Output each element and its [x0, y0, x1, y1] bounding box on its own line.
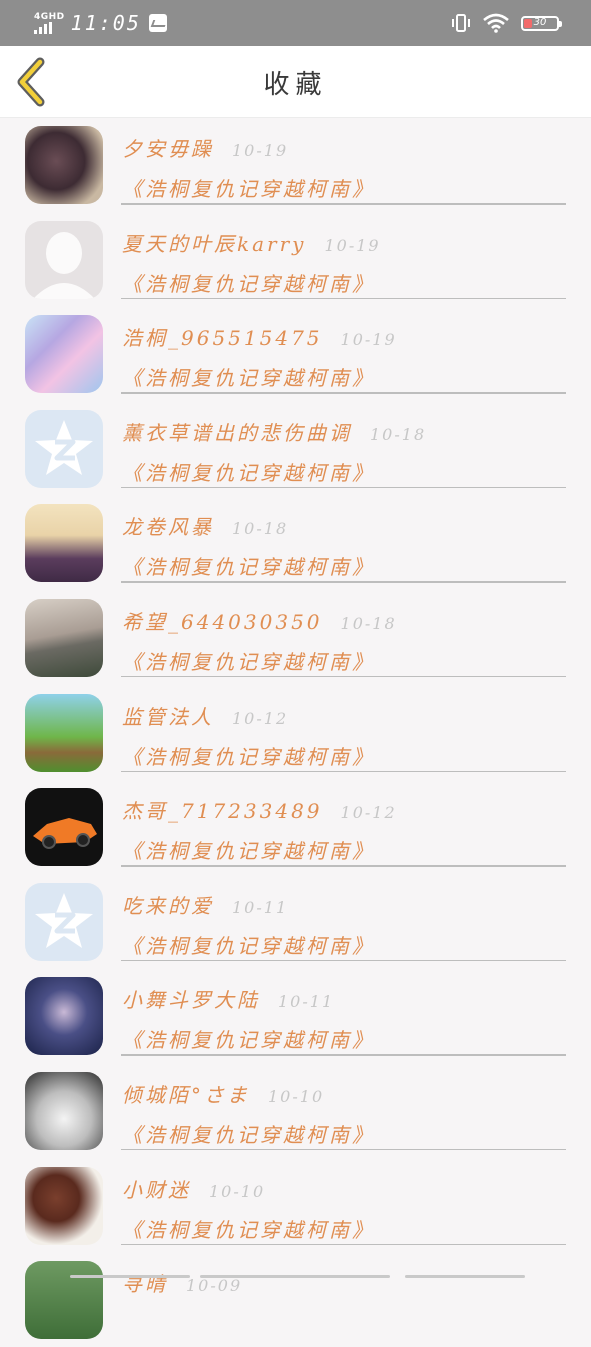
- list-item[interactable]: 小财迷 10-10 《浩桐复仇记穿越柯南》: [0, 1158, 591, 1253]
- list-item[interactable]: 夕安毋躁 10-19 《浩桐复仇记穿越柯南》: [0, 117, 591, 212]
- avatar[interactable]: [25, 1261, 103, 1340]
- list-item[interactable]: 吃来的爱 10-11 《浩桐复仇记穿越柯南》: [0, 874, 591, 969]
- list-item[interactable]: 寻晴 10-09: [0, 1252, 591, 1347]
- username[interactable]: 吃来的爱: [122, 890, 214, 919]
- username[interactable]: 薰衣草谱出的悲伤曲调: [122, 417, 352, 446]
- list-item[interactable]: 倾城陌°さま 10-10 《浩桐复仇记穿越柯南》: [0, 1063, 591, 1158]
- username[interactable]: 希望_644030350: [122, 606, 323, 635]
- divider: [121, 486, 566, 489]
- signal-bars: [34, 22, 52, 34]
- divider: [121, 770, 566, 773]
- list-item[interactable]: 龙卷风暴 10-18 《浩桐复仇记穿越柯南》: [0, 495, 591, 590]
- post-title[interactable]: 《浩桐复仇记穿越柯南》: [122, 1024, 375, 1053]
- avatar[interactable]: [25, 409, 103, 488]
- username[interactable]: 浩桐_965515475: [122, 322, 323, 351]
- username[interactable]: 监管法人: [122, 701, 214, 730]
- username[interactable]: 龙卷风暴: [122, 511, 214, 540]
- list-item[interactable]: 希望_644030350 10-18 《浩桐复仇记穿越柯南》: [0, 590, 591, 685]
- divider: [121, 203, 566, 205]
- list-item[interactable]: 监管法人 10-12 《浩桐复仇记穿越柯南》: [0, 685, 591, 780]
- star-icon: [35, 419, 93, 475]
- page-title: 收藏: [263, 70, 328, 100]
- list-item[interactable]: 杰哥_717233489 10-12 《浩桐复仇记穿越柯南》: [0, 779, 591, 874]
- post-title[interactable]: 《浩桐复仇记穿越柯南》: [122, 1119, 375, 1148]
- post-title[interactable]: 《浩桐复仇记穿越柯南》: [122, 268, 375, 297]
- date: 10-11: [232, 897, 289, 917]
- signal-icon: 4GHD: [34, 12, 65, 34]
- divider: [121, 392, 566, 394]
- avatar[interactable]: [25, 598, 103, 677]
- avatar[interactable]: [25, 315, 103, 394]
- message-icon: [148, 14, 167, 32]
- username[interactable]: 杰哥_717233489: [122, 795, 323, 824]
- date: 10-10: [209, 1181, 266, 1201]
- divider: [121, 297, 566, 300]
- divider: [121, 959, 566, 962]
- car-icon: [33, 818, 97, 850]
- username[interactable]: 夏天的叶辰karry: [122, 228, 306, 257]
- divider: [121, 1243, 566, 1246]
- post-title[interactable]: 《浩桐复仇记穿越柯南》: [122, 362, 375, 391]
- avatar[interactable]: [25, 977, 103, 1056]
- network-type: 4GHD: [34, 12, 65, 22]
- avatar[interactable]: [25, 1166, 103, 1245]
- avatar[interactable]: [25, 220, 103, 299]
- avatar[interactable]: [25, 1071, 103, 1150]
- divider: [121, 581, 566, 583]
- username[interactable]: 小舞斗罗大陆: [122, 984, 260, 1013]
- list-item[interactable]: 小舞斗罗大陆 10-11 《浩桐复仇记穿越柯南》: [0, 968, 591, 1063]
- status-bar: 4GHD 11:05 30: [0, 0, 591, 46]
- favorites-list: 夕安毋躁 10-19 《浩桐复仇记穿越柯南》 夏天的叶辰karry 10-19 …: [0, 117, 591, 1347]
- battery-level: 30: [533, 16, 547, 28]
- star-icon: [35, 892, 93, 948]
- date: 10-19: [324, 235, 381, 255]
- divider: [121, 1054, 566, 1056]
- post-title[interactable]: 《浩桐复仇记穿越柯南》: [122, 551, 375, 580]
- wifi-icon: [483, 13, 509, 33]
- date: 10-19: [340, 330, 397, 350]
- avatar[interactable]: [25, 504, 103, 583]
- username[interactable]: 小财迷: [122, 1174, 191, 1203]
- date: 10-10: [268, 1086, 325, 1106]
- username[interactable]: 倾城陌°さま: [122, 1079, 250, 1108]
- status-right: 30: [451, 10, 562, 36]
- avatar[interactable]: [25, 126, 103, 204]
- post-title[interactable]: 《浩桐复仇记穿越柯南》: [122, 457, 375, 486]
- post-title[interactable]: 《浩桐复仇记穿越柯南》: [122, 835, 375, 864]
- avatar[interactable]: [25, 882, 103, 961]
- default-avatar-icon: [33, 231, 95, 299]
- date: 10-12: [232, 708, 289, 728]
- date: 10-18: [340, 613, 397, 633]
- header: 收藏: [0, 46, 591, 118]
- vibrate-icon: [452, 14, 470, 32]
- list-item[interactable]: 薰衣草谱出的悲伤曲调 10-18 《浩桐复仇记穿越柯南》: [0, 401, 591, 496]
- username[interactable]: 寻晴: [122, 1268, 168, 1297]
- list-item[interactable]: 夏天的叶辰karry 10-19 《浩桐复仇记穿越柯南》: [0, 212, 591, 307]
- date: 10-19: [232, 141, 289, 160]
- post-title[interactable]: 《浩桐复仇记穿越柯南》: [122, 741, 375, 770]
- date: 10-18: [232, 519, 289, 539]
- date: 10-11: [278, 992, 335, 1012]
- post-title[interactable]: 《浩桐复仇记穿越柯南》: [122, 173, 375, 202]
- divider: [121, 865, 566, 867]
- date: 10-12: [340, 803, 397, 823]
- divider: [121, 1148, 566, 1151]
- avatar[interactable]: [25, 693, 103, 772]
- avatar[interactable]: [25, 788, 103, 867]
- post-title[interactable]: 《浩桐复仇记穿越柯南》: [122, 930, 375, 959]
- post-title[interactable]: 《浩桐复仇记穿越柯南》: [122, 646, 375, 675]
- username[interactable]: 夕安毋躁: [122, 133, 214, 162]
- list-item[interactable]: 浩桐_965515475 10-19 《浩桐复仇记穿越柯南》: [0, 306, 591, 401]
- status-time: 11:05: [70, 11, 141, 35]
- battery-icon: 30: [521, 15, 562, 31]
- status-left: 4GHD 11:05: [34, 8, 167, 38]
- date: 10-18: [370, 424, 427, 444]
- post-title[interactable]: 《浩桐复仇记穿越柯南》: [122, 1214, 375, 1243]
- scroll-indicator: [0, 1274, 591, 1280]
- divider: [121, 675, 566, 678]
